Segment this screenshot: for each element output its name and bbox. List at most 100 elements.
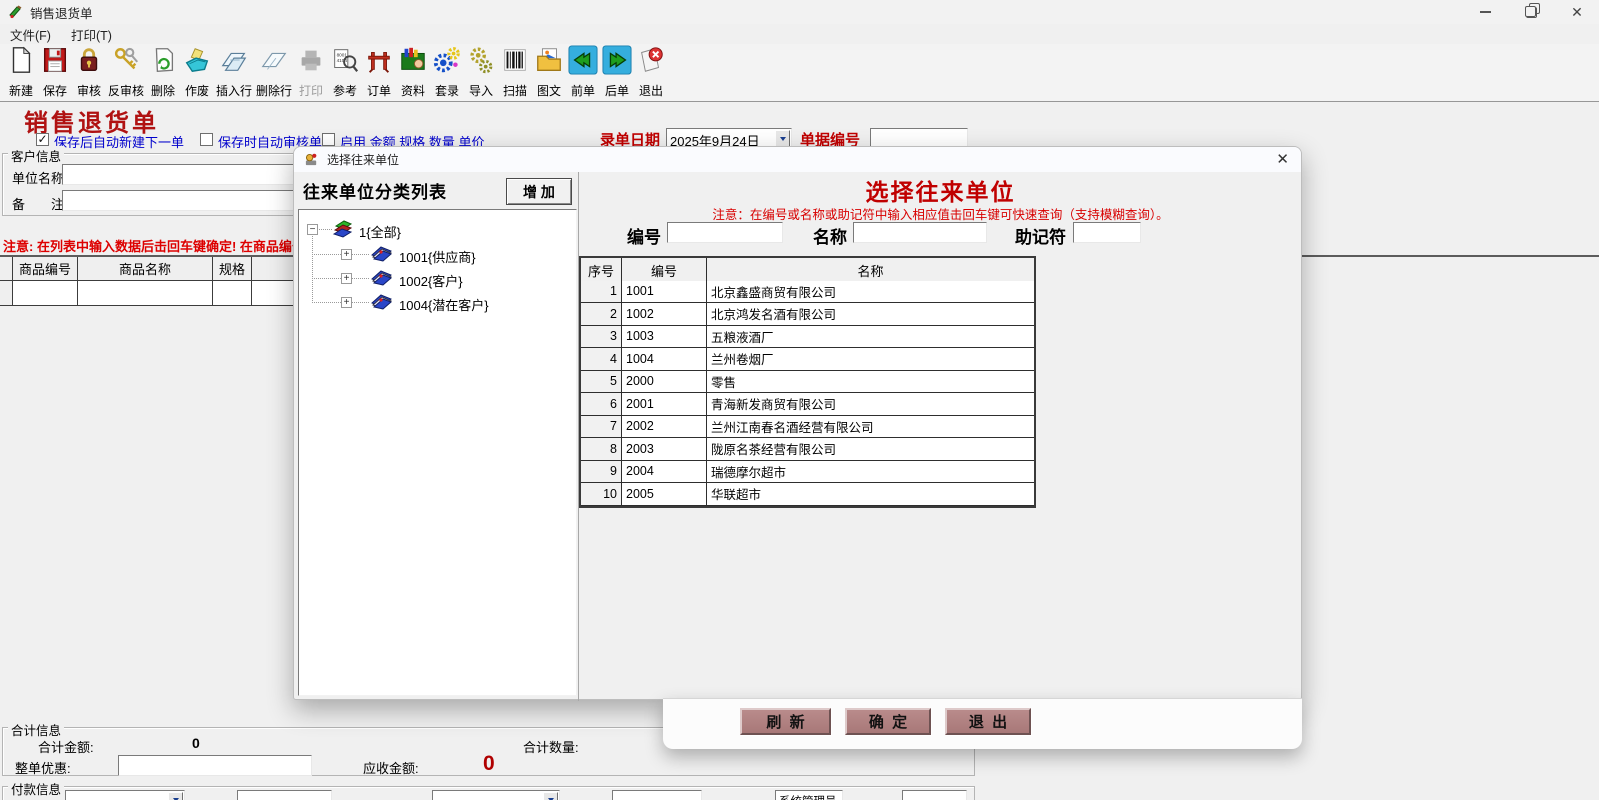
tree-expand-icon[interactable]: + bbox=[341, 297, 352, 308]
operator-combo[interactable]: 系统管理员 bbox=[775, 790, 843, 800]
tree-node-supplier[interactable]: 1001{供应商} bbox=[399, 247, 476, 266]
cell-code[interactable]: 1003 bbox=[622, 325, 707, 348]
toolbar-order-button[interactable]: 订单 bbox=[362, 44, 396, 99]
menu-bar: 文件(F) 打印(T) bbox=[0, 24, 1599, 44]
cell-code[interactable]: 1002 bbox=[622, 303, 707, 326]
cell-name[interactable]: 瑞德摩尔超市 bbox=[707, 460, 1034, 483]
toolbar-insert-row-button[interactable]: 插入行 bbox=[214, 44, 254, 99]
payment-last-input[interactable] bbox=[902, 790, 967, 800]
menu-print[interactable]: 打印(T) bbox=[61, 23, 122, 46]
grid-header-code[interactable]: 商品编号 bbox=[13, 257, 78, 281]
toolbar-void-button[interactable]: 作废 bbox=[180, 44, 214, 99]
toolbar-next-button[interactable]: 后单 bbox=[600, 44, 634, 99]
close-button[interactable]: ✕ bbox=[1554, 0, 1599, 24]
auto-audit-checkbox[interactable] bbox=[200, 133, 213, 146]
enable-fields-checkbox[interactable] bbox=[322, 133, 335, 146]
gears-blue-icon bbox=[432, 45, 462, 80]
table-row[interactable]: 2 bbox=[581, 303, 622, 326]
cell-code[interactable]: 2001 bbox=[622, 393, 707, 416]
cell-code[interactable]: 2003 bbox=[622, 438, 707, 461]
payment-method-input[interactable] bbox=[432, 790, 560, 800]
auto-new-checkbox[interactable]: ✓ bbox=[36, 133, 49, 146]
table-row[interactable]: 9 bbox=[581, 460, 622, 483]
toolbar-image-button[interactable]: 图文 bbox=[532, 44, 566, 99]
tree-node-customer[interactable]: 1002{客户} bbox=[399, 271, 463, 290]
payment-group-label: 付款信息 bbox=[8, 779, 65, 798]
toolbar-reference-button[interactable]: 8001 4104 参考 bbox=[328, 44, 362, 99]
menu-file[interactable]: 文件(F) bbox=[0, 23, 61, 46]
code-filter-input[interactable] bbox=[667, 222, 783, 243]
customer-group-label: 客户信息 bbox=[8, 146, 65, 165]
toolbar-unaudit-button[interactable]: 反审核 bbox=[106, 44, 146, 99]
toolbar-exit-button[interactable]: 退出 bbox=[634, 44, 668, 99]
auto-new-label[interactable]: 保存后自动新建下一单 bbox=[54, 132, 184, 151]
table-row[interactable]: 10 bbox=[581, 483, 622, 506]
refresh-button[interactable]: 刷 新 bbox=[740, 708, 831, 735]
toolbar-prev-button[interactable]: 前单 bbox=[566, 44, 600, 99]
exit-button[interactable]: 退 出 bbox=[945, 708, 1031, 735]
toolbar-audit-button[interactable]: 审核 bbox=[72, 44, 106, 99]
cell-name[interactable]: 青海新发商贸有限公司 bbox=[707, 393, 1034, 416]
toolbar-import-button[interactable]: 导入 bbox=[464, 44, 498, 99]
dialog-title: 选择往来单位 bbox=[327, 153, 400, 167]
tree-expand-icon[interactable]: + bbox=[341, 249, 352, 260]
mnemonic-filter-input[interactable] bbox=[1073, 222, 1141, 243]
ok-button[interactable]: 确 定 bbox=[845, 708, 931, 735]
window-title: 销售退货单 bbox=[30, 6, 93, 21]
table-row[interactable]: 7 bbox=[581, 415, 622, 438]
cell-name[interactable]: 华联超市 bbox=[707, 483, 1034, 506]
cell-name[interactable]: 兰州江南春名酒经营有限公司 bbox=[707, 415, 1034, 438]
cell-code[interactable]: 2002 bbox=[622, 415, 707, 438]
table-row[interactable]: 1 bbox=[581, 280, 622, 303]
grid-header-spec[interactable]: 规格 bbox=[213, 257, 252, 281]
toolbar-data-button[interactable]: 资料 bbox=[396, 44, 430, 99]
dropdown-icon[interactable] bbox=[168, 792, 183, 800]
toolbar-new-button[interactable]: 新建 bbox=[4, 44, 38, 99]
dialog-footer: 刷 新 确 定 退 出 bbox=[663, 698, 1302, 749]
cell-name[interactable]: 兰州卷烟厂 bbox=[707, 348, 1034, 371]
toolbar-save-button[interactable]: 保存 bbox=[38, 44, 72, 99]
toolbar-delete-row-button[interactable]: 删除行 bbox=[254, 44, 294, 99]
cell-code[interactable]: 2005 bbox=[622, 483, 707, 506]
tree-expand-icon[interactable]: + bbox=[341, 273, 352, 284]
name-filter-input[interactable] bbox=[853, 222, 987, 243]
dialog-close-icon[interactable]: ✕ bbox=[1276, 150, 1289, 168]
cell-name[interactable]: 零售 bbox=[707, 370, 1034, 393]
table-row[interactable]: 8 bbox=[581, 438, 622, 461]
date-dropdown-icon[interactable] bbox=[775, 130, 790, 147]
grid-cell[interactable] bbox=[213, 281, 252, 306]
cell-name[interactable]: 北京鑫盛商贸有限公司 bbox=[707, 280, 1034, 303]
category-tree[interactable]: − 1{全部} + 1001{供应商} + 1002{客户} + 1004{潜在… bbox=[298, 209, 577, 696]
cell-name[interactable]: 北京鸿发名酒有限公司 bbox=[707, 303, 1034, 326]
table-row[interactable]: 5 bbox=[581, 370, 622, 393]
cell-code[interactable]: 2004 bbox=[622, 460, 707, 483]
cell-code[interactable]: 1001 bbox=[622, 280, 707, 303]
dropdown-icon[interactable] bbox=[543, 792, 558, 800]
table-row[interactable]: 3 bbox=[581, 325, 622, 348]
toolbar-scan-button[interactable]: 扫描 bbox=[498, 44, 532, 99]
table-row[interactable]: 4 bbox=[581, 348, 622, 371]
grid-header-name[interactable]: 商品名称 bbox=[78, 257, 213, 281]
payment-account-input[interactable] bbox=[65, 790, 185, 800]
grid-cell[interactable] bbox=[78, 281, 213, 306]
cell-name[interactable]: 陇原名茶经营有限公司 bbox=[707, 438, 1034, 461]
tree-node-potential[interactable]: 1004{潜在客户} bbox=[399, 295, 489, 314]
payment-extra-input[interactable] bbox=[612, 790, 702, 800]
table-row[interactable]: 6 bbox=[581, 393, 622, 416]
toolbar-batch-button[interactable]: 套录 bbox=[430, 44, 464, 99]
add-category-button[interactable]: 增 加 bbox=[506, 178, 572, 205]
tree-connector bbox=[352, 254, 369, 255]
toolbar-delete-button[interactable]: 删除 bbox=[146, 44, 180, 99]
minimize-button[interactable] bbox=[1462, 0, 1508, 24]
cell-code[interactable]: 1004 bbox=[622, 348, 707, 371]
tree-collapse-icon[interactable]: − bbox=[307, 224, 318, 235]
restore-button[interactable] bbox=[1508, 0, 1554, 24]
exit-icon bbox=[636, 45, 666, 80]
cell-code[interactable]: 2000 bbox=[622, 370, 707, 393]
grid-cell[interactable] bbox=[13, 281, 78, 306]
payment-amount-input[interactable] bbox=[237, 790, 332, 800]
tree-node-all[interactable]: 1{全部} bbox=[359, 222, 401, 241]
cell-name[interactable]: 五粮液酒厂 bbox=[707, 325, 1034, 348]
discount-input[interactable] bbox=[118, 755, 312, 776]
grid-row-selector[interactable] bbox=[0, 281, 13, 306]
